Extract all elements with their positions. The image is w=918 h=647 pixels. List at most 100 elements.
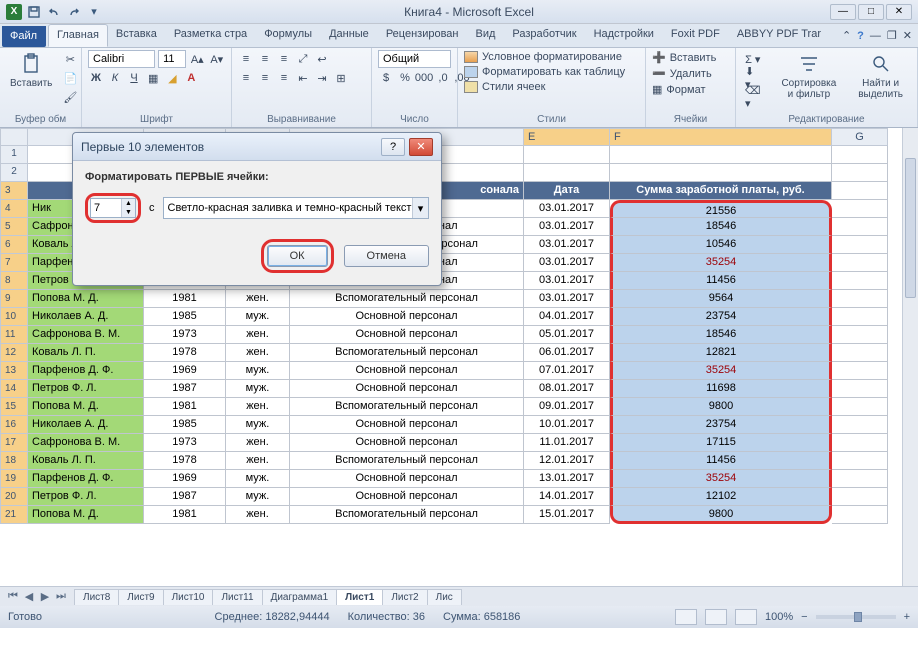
cell[interactable]: Вспомогательный персонал: [290, 398, 524, 416]
cell[interactable]: [832, 308, 888, 326]
cell[interactable]: Коваль Л. П.: [28, 452, 144, 470]
cell[interactable]: 11.01.2017: [524, 434, 610, 452]
cell[interactable]: Вспомогательный персонал: [290, 344, 524, 362]
cell[interactable]: [832, 272, 888, 290]
cell[interactable]: 12102: [610, 488, 832, 506]
row-header[interactable]: 9: [0, 290, 28, 308]
paste-button[interactable]: Вставить: [6, 50, 56, 106]
cell[interactable]: Николаев А. Д.: [28, 416, 144, 434]
cell[interactable]: Основной персонал: [290, 416, 524, 434]
cell[interactable]: Парфенов Д. Ф.: [28, 362, 144, 380]
sheet-first-icon[interactable]: ⏮: [6, 590, 20, 603]
cell[interactable]: [832, 164, 888, 182]
cell[interactable]: 11456: [610, 272, 832, 290]
tab-review[interactable]: Рецензирован: [378, 24, 468, 47]
select-all-button[interactable]: [0, 128, 28, 146]
row-header[interactable]: 13: [0, 362, 28, 380]
cell[interactable]: [832, 290, 888, 308]
doc-minimize-icon[interactable]: —: [870, 30, 881, 42]
cell[interactable]: [832, 218, 888, 236]
cell[interactable]: жен.: [226, 434, 290, 452]
dialog-close-icon[interactable]: ✕: [409, 138, 433, 156]
indent-dec-icon[interactable]: ⇤: [295, 69, 311, 87]
tab-layout[interactable]: Разметка стра: [166, 24, 256, 47]
col-header-g[interactable]: G: [832, 128, 888, 146]
row-header[interactable]: 1: [0, 146, 28, 164]
cell[interactable]: жен.: [226, 452, 290, 470]
qat-more-icon[interactable]: ▾: [86, 4, 102, 20]
excel-icon[interactable]: X: [6, 4, 22, 20]
cell[interactable]: 17115: [610, 434, 832, 452]
cell[interactable]: [832, 326, 888, 344]
cell[interactable]: 09.01.2017: [524, 398, 610, 416]
collapse-ribbon-icon[interactable]: ⌃: [842, 29, 851, 42]
cell[interactable]: 35254: [610, 470, 832, 488]
border-icon[interactable]: ▦: [145, 69, 161, 87]
cell[interactable]: муж.: [226, 488, 290, 506]
cell[interactable]: [832, 182, 888, 200]
clear-icon[interactable]: ⌫ ▾: [742, 88, 764, 106]
row-header[interactable]: 3: [0, 182, 28, 200]
cell[interactable]: 10.01.2017: [524, 416, 610, 434]
bold-icon[interactable]: Ж: [88, 69, 104, 87]
zoom-out-icon[interactable]: −: [801, 611, 807, 623]
tab-developer[interactable]: Разработчик: [504, 24, 585, 47]
cell[interactable]: 1981: [144, 506, 226, 524]
cell[interactable]: 1969: [144, 362, 226, 380]
count-spinner[interactable]: ▲▼: [90, 198, 136, 218]
doc-close-icon[interactable]: ✕: [903, 29, 912, 42]
cell[interactable]: жен.: [226, 326, 290, 344]
cell[interactable]: Основной персонал: [290, 470, 524, 488]
tab-home[interactable]: Главная: [48, 24, 108, 47]
align-middle-icon[interactable]: ≡: [257, 50, 273, 68]
cell[interactable]: Парфенов Д. Ф.: [28, 470, 144, 488]
grow-font-icon[interactable]: A▴: [189, 50, 205, 68]
sheet-tab[interactable]: Лист10: [163, 589, 214, 605]
sort-filter-button[interactable]: Сортировка и фильтр: [774, 50, 845, 106]
cell[interactable]: Основной персонал: [290, 434, 524, 452]
cell[interactable]: жен.: [226, 344, 290, 362]
cell[interactable]: 03.01.2017: [524, 218, 610, 236]
cell[interactable]: 1985: [144, 308, 226, 326]
dialog-titlebar[interactable]: Первые 10 элементов ? ✕: [73, 133, 441, 161]
cell[interactable]: 15.01.2017: [524, 506, 610, 524]
cell[interactable]: Основной персонал: [290, 326, 524, 344]
cell[interactable]: Основной персонал: [290, 488, 524, 506]
row-header[interactable]: 21: [0, 506, 28, 524]
cell[interactable]: [832, 506, 888, 524]
scroll-thumb[interactable]: [905, 158, 916, 298]
spin-up-icon[interactable]: ▲: [121, 199, 135, 208]
sheet-tab[interactable]: Диаграмма1: [262, 589, 338, 605]
cell[interactable]: Вспомогательный персонал: [290, 290, 524, 308]
cell[interactable]: 03.01.2017: [524, 272, 610, 290]
cell[interactable]: Сумма заработной платы, руб.: [610, 182, 832, 200]
shrink-font-icon[interactable]: A▾: [209, 50, 225, 68]
row-header[interactable]: 7: [0, 254, 28, 272]
count-input[interactable]: [91, 202, 121, 214]
cell[interactable]: 9564: [610, 290, 832, 308]
align-center-icon[interactable]: ≡: [257, 69, 273, 87]
row-header[interactable]: 17: [0, 434, 28, 452]
find-select-button[interactable]: Найти и выделить: [850, 50, 911, 106]
tab-formulas[interactable]: Формулы: [256, 24, 321, 47]
sheet-tab[interactable]: Лист1: [336, 589, 383, 605]
row-header[interactable]: 20: [0, 488, 28, 506]
format-cells-button[interactable]: ▦ Формат: [652, 82, 729, 97]
cell[interactable]: 12.01.2017: [524, 452, 610, 470]
minimize-button[interactable]: —: [830, 4, 856, 20]
currency-icon[interactable]: $: [378, 69, 394, 87]
cell[interactable]: 1978: [144, 452, 226, 470]
format-combo[interactable]: Светло-красная заливка и темно-красный т…: [163, 197, 430, 219]
cell[interactable]: [832, 380, 888, 398]
row-header[interactable]: 8: [0, 272, 28, 290]
doc-restore-icon[interactable]: ❐: [887, 29, 897, 42]
cell[interactable]: Основной персонал: [290, 362, 524, 380]
cell[interactable]: 21556: [610, 200, 832, 218]
align-left-icon[interactable]: ≡: [238, 69, 254, 87]
cell[interactable]: 35254: [610, 362, 832, 380]
redo-icon[interactable]: [66, 4, 82, 20]
row-header[interactable]: 14: [0, 380, 28, 398]
cell[interactable]: 11698: [610, 380, 832, 398]
cell[interactable]: 05.01.2017: [524, 326, 610, 344]
cell[interactable]: [832, 398, 888, 416]
